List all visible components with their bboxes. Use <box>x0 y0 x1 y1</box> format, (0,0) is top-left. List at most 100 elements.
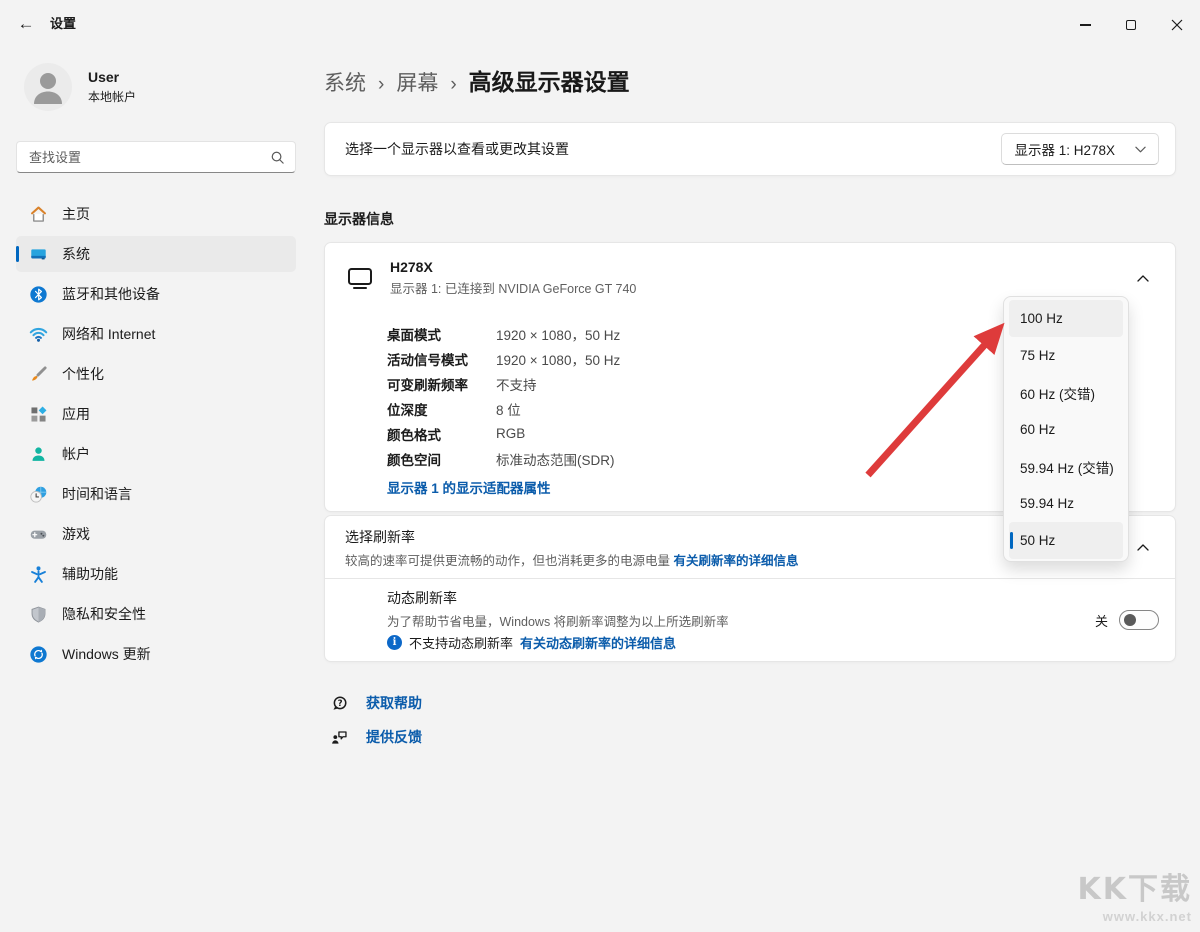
sidebar-item-network[interactable]: 网络和 Internet <box>16 316 296 352</box>
sidebar-item-label: 个性化 <box>62 364 104 384</box>
dynamic-refresh-toggle[interactable] <box>1119 610 1159 630</box>
info-label: 桌面模式 <box>387 324 496 344</box>
dropdown-option-50hz[interactable]: 50 Hz <box>1009 522 1123 559</box>
bluetooth-icon <box>28 284 48 304</box>
dropdown-option-75hz[interactable]: 75 Hz <box>1009 337 1123 374</box>
sidebar-item-accounts[interactable]: 帐户 <box>16 436 296 472</box>
display-select-value: 显示器 1: H278X <box>1014 139 1115 159</box>
display-adapter-link[interactable]: 显示器 1 的显示适配器属性 <box>387 477 551 497</box>
dynamic-refresh-title: 动态刷新率 <box>387 588 729 608</box>
accounts-icon <box>28 444 48 464</box>
info-label: 可变刷新频率 <box>387 374 496 394</box>
get-help-link[interactable]: 获取帮助 <box>366 693 422 713</box>
breadcrumb-display[interactable]: 屏幕 <box>396 67 438 97</box>
toggle-knob <box>1124 614 1136 626</box>
dynamic-refresh-description: 为了帮助节省电量，Windows 将刷新率调整为以上所选刷新率 <box>387 611 729 628</box>
dropdown-option-59-94hz[interactable]: 59.94 Hz <box>1009 485 1123 522</box>
time-language-icon <box>28 484 48 504</box>
watermark: KK下载 www.kkx.net <box>1078 864 1193 924</box>
sidebar: User 本地帐户 主页 系统 <box>0 48 312 932</box>
sidebar-item-apps[interactable]: 应用 <box>16 396 296 432</box>
info-value: 8 位 <box>496 399 521 419</box>
maximize-button[interactable] <box>1108 8 1154 42</box>
minimize-button[interactable] <box>1062 8 1108 42</box>
display-selector-card: 选择一个显示器以查看或更改其设置 显示器 1: H278X <box>324 122 1176 176</box>
user-profile[interactable]: User 本地帐户 <box>24 63 288 111</box>
close-icon <box>1171 19 1183 31</box>
info-value: 标准动态范围(SDR) <box>496 449 615 469</box>
sidebar-item-accessibility[interactable]: 辅助功能 <box>16 556 296 592</box>
sidebar-item-windows-update[interactable]: Windows 更新 <box>16 636 296 672</box>
info-label: 位深度 <box>387 399 496 419</box>
collapse-button[interactable] <box>1127 262 1159 294</box>
dynamic-refresh-info-link[interactable]: 有关动态刷新率的详细信息 <box>520 633 676 652</box>
feedback-icon <box>330 728 349 747</box>
get-help-row[interactable]: ? 获取帮助 <box>330 693 1176 713</box>
collapse-button[interactable] <box>1127 531 1159 563</box>
sidebar-item-label: 主页 <box>62 204 90 224</box>
breadcrumb-separator: › <box>378 74 384 96</box>
monitor-connection: 显示器 1: 已连接到 NVIDIA GeForce GT 740 <box>390 278 636 297</box>
shield-icon <box>28 604 48 624</box>
svg-text:?: ? <box>338 698 343 708</box>
back-button[interactable]: ← <box>8 8 44 40</box>
gamepad-icon <box>28 524 48 544</box>
wifi-icon <box>28 324 48 344</box>
search-input[interactable] <box>29 150 270 165</box>
system-icon <box>28 244 48 264</box>
sidebar-item-bluetooth[interactable]: 蓝牙和其他设备 <box>16 276 296 312</box>
dynamic-refresh-status: 不支持动态刷新率 <box>409 633 513 652</box>
dropdown-option-59-94hz-interlaced[interactable]: 59.94 Hz (交错) <box>1009 448 1123 485</box>
info-label: 活动信号模式 <box>387 349 496 369</box>
person-icon <box>24 63 72 111</box>
breadcrumb-separator: › <box>450 74 456 96</box>
sidebar-item-gaming[interactable]: 游戏 <box>16 516 296 552</box>
paintbrush-icon <box>28 364 48 384</box>
help-section: ? 获取帮助 提供反馈 <box>324 693 1176 747</box>
close-button[interactable] <box>1154 8 1200 42</box>
breadcrumb: 系统 › 屏幕 › 高级显示器设置 <box>324 63 1176 97</box>
update-icon <box>28 644 48 664</box>
monitor-icon <box>345 265 375 291</box>
sidebar-item-label: 帐户 <box>62 444 90 464</box>
accessibility-icon <box>28 564 48 584</box>
refresh-rate-title: 选择刷新率 <box>345 527 799 547</box>
refresh-rate-description: 较高的速率可提供更流畅的动作，但也消耗更多的电源电量 <box>345 554 670 568</box>
user-name: User <box>88 69 136 85</box>
window-title: 设置 <box>50 8 76 40</box>
sidebar-item-label: 应用 <box>62 404 90 424</box>
breadcrumb-system[interactable]: 系统 <box>324 67 366 97</box>
monitor-name: H278X <box>390 259 636 275</box>
sidebar-item-system[interactable]: 系统 <box>16 236 296 272</box>
dropdown-option-60hz-interlaced[interactable]: 60 Hz (交错) <box>1009 374 1123 411</box>
sidebar-item-label: 辅助功能 <box>62 564 118 584</box>
chevron-up-icon <box>1137 544 1149 551</box>
search-box <box>16 141 296 173</box>
sidebar-item-privacy[interactable]: 隐私和安全性 <box>16 596 296 632</box>
dropdown-option-100hz[interactable]: 100 Hz <box>1009 300 1123 337</box>
sidebar-item-personalization[interactable]: 个性化 <box>16 356 296 392</box>
sidebar-item-home[interactable]: 主页 <box>16 196 296 232</box>
maximize-icon <box>1126 20 1136 30</box>
help-icon: ? <box>330 694 349 713</box>
info-label: 颜色格式 <box>387 424 496 444</box>
info-value: 1920 × 1080，50 Hz <box>496 349 620 369</box>
sidebar-item-label: 蓝牙和其他设备 <box>62 284 160 304</box>
feedback-row[interactable]: 提供反馈 <box>330 727 1176 747</box>
info-value: 1920 × 1080，50 Hz <box>496 324 620 344</box>
sidebar-item-label: 游戏 <box>62 524 90 544</box>
page-title: 高级显示器设置 <box>469 63 630 97</box>
feedback-link[interactable]: 提供反馈 <box>366 727 422 747</box>
refresh-rate-dropdown-flyout: 100 Hz 75 Hz 60 Hz (交错) 60 Hz 59.94 Hz (… <box>1003 296 1129 562</box>
info-icon: i <box>387 635 402 650</box>
sidebar-item-label: 时间和语言 <box>62 484 132 504</box>
info-value: 不支持 <box>496 374 537 394</box>
display-select-dropdown[interactable]: 显示器 1: H278X <box>1001 133 1159 165</box>
account-type: 本地帐户 <box>88 88 136 105</box>
sidebar-item-time-language[interactable]: 时间和语言 <box>16 476 296 512</box>
titlebar: ← 设置 <box>0 0 1200 48</box>
dropdown-option-60hz[interactable]: 60 Hz <box>1009 411 1123 448</box>
info-value: RGB <box>496 426 525 441</box>
refresh-rate-info-link[interactable]: 有关刷新率的详细信息 <box>674 554 799 568</box>
sidebar-nav: 主页 系统 蓝牙和其他设备 网络和 Internet <box>16 196 296 672</box>
